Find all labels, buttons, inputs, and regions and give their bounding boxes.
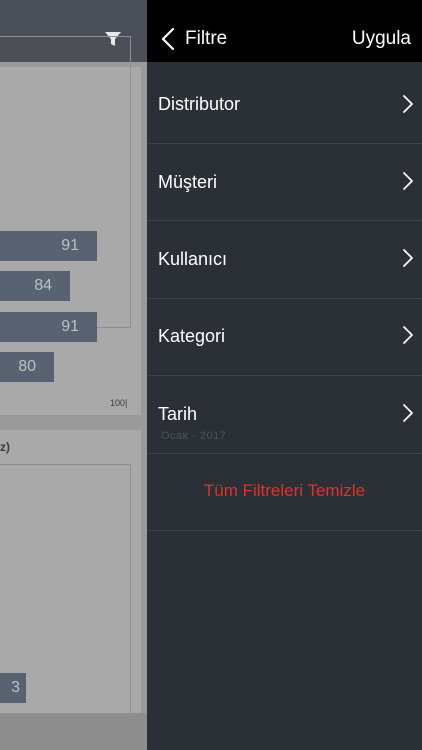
chart-bar: 91 bbox=[0, 231, 97, 261]
page-title: Filtre bbox=[185, 28, 228, 49]
filter-row-kullanici[interactable]: Kullanıcı bbox=[147, 221, 422, 299]
back-button[interactable]: Filtre bbox=[161, 24, 227, 54]
dashboard-footer bbox=[0, 713, 147, 750]
filter-row-musteri[interactable]: Müşteri bbox=[147, 143, 422, 221]
filter-header: Filtre Uygula bbox=[147, 0, 422, 62]
background-dashboard: 91 84 91 80 100| z) 3 bbox=[0, 0, 147, 750]
chart-title: z) bbox=[0, 440, 10, 454]
filter-row-value: Ocak - 2017 bbox=[161, 430, 227, 442]
chevron-right-icon bbox=[403, 326, 413, 344]
filter-row-label: Kategori bbox=[158, 326, 226, 346]
clear-filters-button[interactable]: Tüm Filtreleri Temizle bbox=[147, 481, 422, 501]
filter-panel: Filtre Uygula Distributor Müşteri Kullan… bbox=[147, 0, 422, 750]
axis-tick-label: 100| bbox=[110, 398, 128, 408]
filter-row-label: Müşteri bbox=[158, 172, 218, 192]
chevron-right-icon bbox=[403, 172, 413, 190]
chart-bar: 80 bbox=[0, 352, 54, 382]
chart-bar: 84 bbox=[0, 271, 70, 301]
filter-row-label: Tarih bbox=[158, 404, 198, 424]
chevron-right-icon bbox=[403, 249, 413, 267]
filter-row-label: Distributor bbox=[158, 94, 241, 114]
chart-bar: 91 bbox=[0, 312, 97, 342]
filter-row-kategori[interactable]: Kategori bbox=[147, 298, 422, 376]
clear-filters-row: Tüm Filtreleri Temizle bbox=[147, 453, 422, 531]
filter-row-distributor[interactable]: Distributor bbox=[147, 66, 422, 144]
chart-bar: 3 bbox=[0, 673, 26, 703]
chevron-left-icon bbox=[161, 27, 175, 51]
filter-row-label: Kullanıcı bbox=[158, 249, 228, 269]
chevron-right-icon bbox=[403, 404, 413, 422]
chevron-right-icon bbox=[403, 95, 413, 113]
apply-button[interactable]: Uygula bbox=[352, 28, 411, 50]
filter-row-tarih[interactable]: Tarih Ocak - 2017 bbox=[147, 376, 422, 454]
